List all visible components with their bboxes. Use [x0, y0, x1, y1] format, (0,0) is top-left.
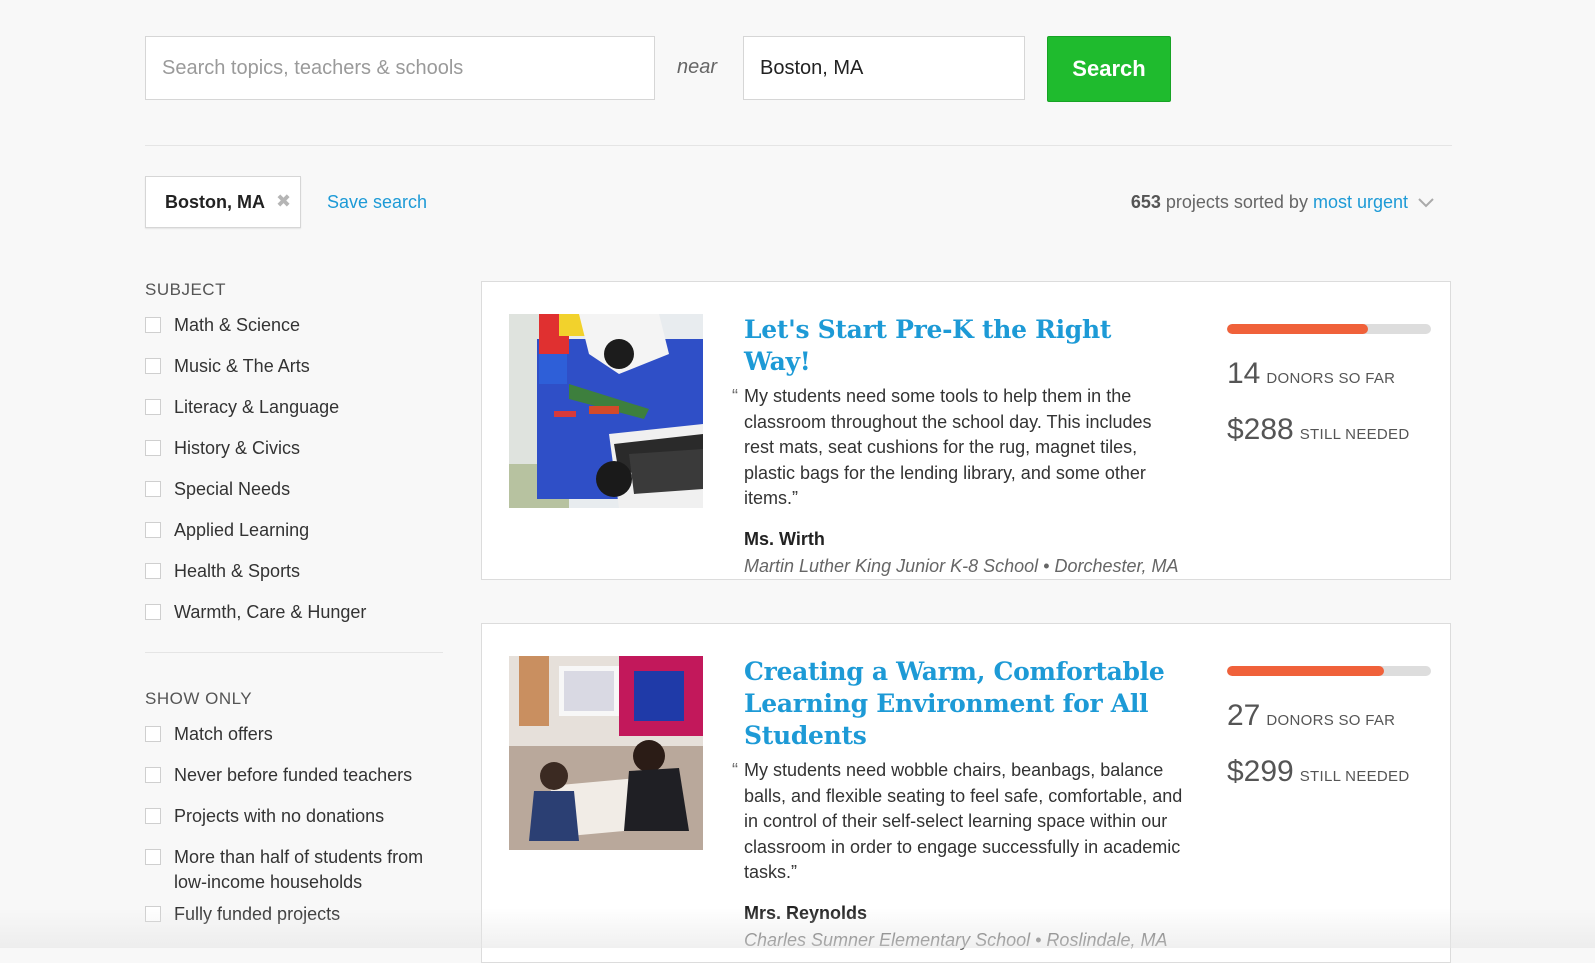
needed-label: STILL NEEDED [1299, 426, 1410, 443]
show-only-filter-item[interactable]: Never before funded teachers [145, 764, 445, 805]
teacher-name-link[interactable]: Mrs. Reynolds [744, 903, 1184, 924]
needed-label: STILL NEEDED [1299, 768, 1410, 785]
filter-label: Math & Science [174, 315, 301, 335]
show-only-filter-item[interactable]: Fully funded projects [145, 903, 445, 944]
needed-stat: $288 STILL NEEDED [1227, 412, 1432, 448]
progress-fill [1227, 666, 1385, 676]
show-only-filter-item[interactable]: More than half of students from low-inco… [145, 846, 445, 903]
project-card[interactable]: Let's Start Pre-K the Right Way! “ My stu… [481, 281, 1451, 580]
quote-text: My students need wobble chairs, beanbags… [744, 760, 1183, 882]
topic-search-input[interactable] [145, 36, 655, 100]
checkbox[interactable] [145, 906, 161, 922]
filter-label: Fully funded projects [174, 904, 341, 924]
near-label: near [677, 56, 718, 78]
filter-label: Warmth, Care & Hunger [174, 602, 367, 622]
classroom-photo-image [509, 656, 703, 850]
funding-progress-bar [1227, 324, 1431, 334]
funding-stats: 14 DONORS SO FAR $288 STILL NEEDED [1227, 324, 1432, 448]
school-location: Martin Luther King Junior K-8 School • D… [744, 555, 1179, 576]
amount-needed: $299 [1227, 755, 1294, 788]
subject-filter-item[interactable]: History & Civics [145, 437, 445, 478]
subject-filter-list: Math & Science Music & The Arts Literacy… [145, 314, 445, 642]
donor-label: DONORS SO FAR [1266, 712, 1396, 729]
project-photo[interactable] [509, 656, 703, 850]
filter-label: Projects with no donations [174, 806, 385, 826]
checkbox[interactable] [145, 726, 161, 742]
open-quote-mark: “ [732, 760, 738, 780]
checkbox[interactable] [145, 481, 161, 497]
filter-label: Match offers [174, 724, 273, 744]
project-description: “ My students need wobble chairs, beanbag… [732, 758, 1184, 886]
checkbox[interactable] [145, 522, 161, 538]
subject-filter-item[interactable]: Warmth, Care & Hunger [145, 601, 445, 642]
checkbox[interactable] [145, 358, 161, 374]
filter-label: History & Civics [174, 438, 301, 458]
search-button[interactable]: Search [1047, 36, 1171, 102]
chevron-down-icon[interactable] [1418, 197, 1434, 208]
donor-label: DONORS SO FAR [1266, 370, 1396, 387]
show-only-filter-item[interactable]: Match offers [145, 723, 445, 764]
chip-label: Boston, MA [165, 191, 265, 212]
filter-label: Health & Sports [174, 561, 301, 581]
filter-label: Literacy & Language [174, 397, 340, 417]
quote-text: My students need some tools to help them… [744, 386, 1152, 508]
open-quote-mark: “ [732, 386, 738, 406]
checkbox[interactable] [145, 317, 161, 333]
funding-progress-bar [1227, 666, 1431, 676]
location-input[interactable] [743, 36, 1025, 100]
filter-sidebar: SUBJECT Math & Science Music & The Arts … [145, 280, 445, 944]
save-search-link[interactable]: Save search [327, 192, 427, 213]
subject-filter-item[interactable]: Health & Sports [145, 560, 445, 601]
donor-count: 14 [1227, 357, 1261, 390]
subject-filter-item[interactable]: Special Needs [145, 478, 445, 519]
search-bar: near Search [145, 36, 1245, 102]
project-title-link[interactable]: Creating a Warm, Comfortable Learning En… [744, 656, 1184, 752]
project-details: Let's Start Pre-K the Right Way! “ My stu… [732, 314, 1184, 577]
needed-stat: $299 STILL NEEDED [1227, 754, 1432, 790]
page: near Search Boston, MA ✖ Save search 653… [145, 0, 1452, 963]
checkbox[interactable] [145, 399, 161, 415]
project-description: “ My students need some tools to help the… [732, 384, 1184, 512]
checkbox[interactable] [145, 808, 161, 824]
subject-filter-item[interactable]: Literacy & Language [145, 396, 445, 437]
donors-stat: 14 DONORS SO FAR [1227, 356, 1432, 392]
filter-label: Applied Learning [174, 520, 310, 540]
sidebar-divider [145, 652, 443, 653]
project-details: Creating a Warm, Comfortable Learning En… [732, 656, 1184, 951]
filter-label: More than half of students from low-inco… [174, 847, 424, 892]
progress-fill [1227, 324, 1368, 334]
show-only-filter-list: Match offers Never before funded teacher… [145, 723, 445, 944]
classroom-photo-image [509, 314, 703, 508]
project-photo[interactable] [509, 314, 703, 508]
subject-filter-item[interactable]: Applied Learning [145, 519, 445, 560]
results-count: 653 [1130, 192, 1161, 212]
teacher-name-link[interactable]: Ms. Wirth [744, 529, 1184, 550]
donor-count: 27 [1227, 699, 1261, 732]
location-filter-chip[interactable]: Boston, MA ✖ [145, 176, 301, 228]
subject-filter-item[interactable]: Music & The Arts [145, 355, 445, 396]
remove-filter-icon[interactable]: ✖ [276, 191, 291, 212]
show-only-filter-item[interactable]: Projects with no donations [145, 805, 445, 846]
results-summary: 653 projects sorted by most urgent [1131, 192, 1434, 213]
show-only-heading: SHOW ONLY [145, 689, 253, 708]
header-divider [145, 145, 1452, 146]
subject-heading: SUBJECT [145, 280, 226, 299]
checkbox[interactable] [145, 767, 161, 783]
checkbox[interactable] [145, 440, 161, 456]
checkbox[interactable] [145, 604, 161, 620]
sort-dropdown[interactable]: most urgent [1313, 192, 1408, 213]
amount-needed: $288 [1227, 413, 1294, 446]
donors-stat: 27 DONORS SO FAR [1227, 698, 1432, 734]
project-title-link[interactable]: Let's Start Pre-K the Right Way! [744, 314, 1184, 378]
school-location: Charles Sumner Elementary School • Rosli… [744, 929, 1168, 950]
filter-label: Never before funded teachers [174, 765, 413, 785]
project-card[interactable]: Creating a Warm, Comfortable Learning En… [481, 623, 1451, 963]
filter-label: Music & The Arts [174, 356, 310, 376]
funding-stats: 27 DONORS SO FAR $299 STILL NEEDED [1227, 666, 1432, 790]
checkbox[interactable] [145, 849, 161, 865]
sorted-by-text: projects sorted by [1165, 192, 1308, 212]
checkbox[interactable] [145, 563, 161, 579]
subject-filter-item[interactable]: Math & Science [145, 314, 445, 355]
filter-label: Special Needs [174, 479, 291, 499]
